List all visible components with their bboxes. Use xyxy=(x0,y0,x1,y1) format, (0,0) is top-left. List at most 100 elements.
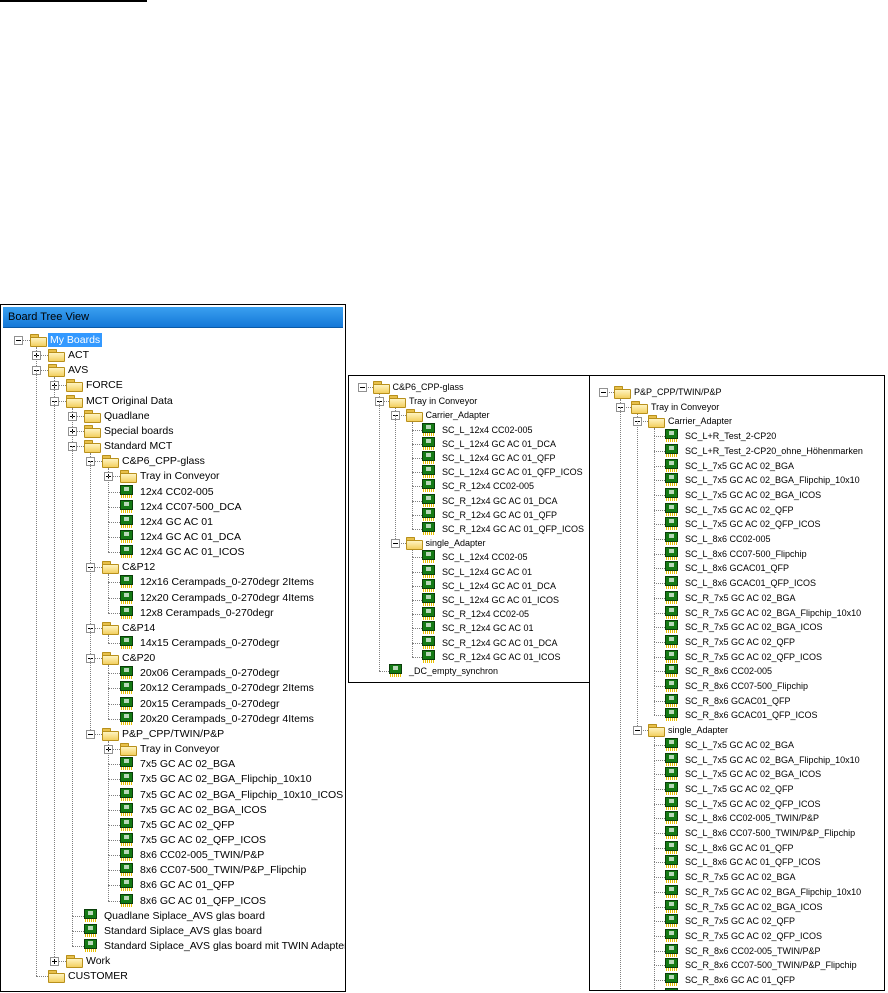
tree-node-12x4-cc07-500-dca[interactable]: 12x4 CC07-500_DCA xyxy=(1,499,345,514)
tree-node-sc-r-8x6-cc02-005[interactable]: SC_R_8x6 CC02-005 xyxy=(590,664,884,678)
tree-node-8x6-gc-ac-01-qfp-icos[interactable]: 8x6 GC AC 01_QFP_ICOS xyxy=(1,893,345,908)
collapse-icon[interactable] xyxy=(86,729,95,739)
tree-node-tray-in-conveyor[interactable]: Tray in Conveyor xyxy=(1,469,345,484)
tree-node-p-p-cpp-twin-p-p[interactable]: P&P_CPP/TWIN/P&P xyxy=(1,727,345,741)
tree-node-sc-r-7x5-gc-ac-02-qfp-icos[interactable]: SC_R_7x5 GC AC 02_QFP_ICOS xyxy=(590,928,884,943)
tree-node-carrier-adapter[interactable]: Carrier_Adapter xyxy=(349,408,590,423)
tree-node-20x15-cerampads-0-270degr[interactable]: 20x15 Cerampads_0-270degr xyxy=(1,696,345,711)
tree-node-sc-l-r-test-2-cp20[interactable]: SC_L+R_Test_2-CP20 xyxy=(590,429,884,443)
tree-node-sc-l-7x5-gc-ac-02-qfp[interactable]: SC_L_7x5 GC AC 02_QFP xyxy=(590,502,884,517)
tree-node-dc-empty-synchron[interactable]: _DC_empty_synchron xyxy=(349,664,590,678)
tree-node-sc-r-8x6-cc02-005-twin-p-p[interactable]: SC_R_8x6 CC02-005_TWIN/P&P xyxy=(590,943,884,958)
tree-node-sc-r-7x5-gc-ac-02-qfp[interactable]: SC_R_7x5 GC AC 02_QFP xyxy=(590,914,884,928)
tree-node-sc-l-8x6-gc-ac-01-qfp-icos[interactable]: SC_L_8x6 GC AC 01_QFP_ICOS xyxy=(590,855,884,869)
tree-node-sc-l-12x4-gc-ac-01-icos[interactable]: SC_L_12x4 GC AC 01_ICOS xyxy=(349,593,590,607)
tree-node-sc-l-8x6-cc02-005[interactable]: SC_L_8x6 CC02-005 xyxy=(590,532,884,546)
tree-node-sc-l-7x5-gc-ac-02-bga-icos[interactable]: SC_L_7x5 GC AC 02_BGA_ICOS xyxy=(590,767,884,781)
tree-node-sc-r-7x5-gc-ac-02-bga[interactable]: SC_R_7x5 GC AC 02_BGA xyxy=(590,590,884,605)
tree-node-sc-l-12x4-gc-ac-01-dca[interactable]: SC_L_12x4 GC AC 01_DCA xyxy=(349,436,590,451)
tree-node-sc-l-12x4-cc02-05[interactable]: SC_L_12x4 CC02-05 xyxy=(349,550,590,564)
tree-node-7x5-gc-ac-02-bga-icos[interactable]: 7x5 GC AC 02_BGA_ICOS xyxy=(1,802,345,817)
tree-node-sc-r-7x5-gc-ac-02-bga-icos[interactable]: SC_R_7x5 GC AC 02_BGA_ICOS xyxy=(590,899,884,914)
tree-node-tray-in-conveyor[interactable]: Tray in Conveyor xyxy=(1,742,345,757)
tree-node-12x4-gc-ac-01-icos[interactable]: 12x4 GC AC 01_ICOS xyxy=(1,545,345,559)
tree-node-sc-l-8x6-gcac01-qfp[interactable]: SC_L_8x6 GCAC01_QFP xyxy=(590,561,884,575)
tree-node-sc-l-8x6-gc-ac-01-qfp[interactable]: SC_L_8x6 GC AC 01_QFP xyxy=(590,840,884,855)
tree-node-14x15-cerampads-0-270degr[interactable]: 14x15 Cerampads_0-270degr xyxy=(1,636,345,650)
tree-node-8x6-gc-ac-01-qfp[interactable]: 8x6 GC AC 01_QFP xyxy=(1,878,345,892)
tree-node-c-p6-cpp-glass[interactable]: C&P6_CPP-glass xyxy=(349,380,590,394)
tree-node-sc-l-8x6-cc07-500-flipchip[interactable]: SC_L_8x6 CC07-500_Flipchip xyxy=(590,546,884,561)
tree-node-sc-r-7x5-gc-ac-02-bga-flipchip-10x10[interactable]: SC_R_7x5 GC AC 02_BGA_Flipchip_10x10 xyxy=(590,605,884,620)
tree-node-quadlane[interactable]: Quadlane xyxy=(1,409,345,423)
tree-node-sc-r-8x6-gcac01-qfp[interactable]: SC_R_8x6 GCAC01_QFP xyxy=(590,693,884,708)
tree-node-sc-l-8x6-cc07-500-twin-p-p-flipchip[interactable]: SC_L_8x6 CC07-500_TWIN/P&P_Flipchip xyxy=(590,826,884,840)
tree-node-sc-l-7x5-gc-ac-02-bga[interactable]: SC_L_7x5 GC AC 02_BGA xyxy=(590,737,884,752)
tree-node-sc-r-7x5-gc-ac-02-bga[interactable]: SC_R_7x5 GC AC 02_BGA xyxy=(590,870,884,884)
tree-node-12x4-gc-ac-01-dca[interactable]: 12x4 GC AC 01_DCA xyxy=(1,529,345,544)
tree-node-special-boards[interactable]: Special boards xyxy=(1,424,345,438)
collapse-icon[interactable] xyxy=(14,336,23,345)
tree-node-sc-r-8x6-gcac01-qfp-icos[interactable]: SC_R_8x6 GCAC01_QFP_ICOS xyxy=(590,708,884,722)
tree-node-sc-r-8x6-gc-ac-01-qfp-icos[interactable]: SC_R_8x6 GC AC 01_QFP_ICOS xyxy=(590,987,884,990)
tree-node-sc-l-7x5-gc-ac-02-qfp-icos[interactable]: SC_L_7x5 GC AC 02_QFP_ICOS xyxy=(590,796,884,811)
tree-node-sc-l-7x5-gc-ac-02-qfp-icos[interactable]: SC_L_7x5 GC AC 02_QFP_ICOS xyxy=(590,517,884,531)
tree-node-7x5-gc-ac-02-bga[interactable]: 7x5 GC AC 02_BGA xyxy=(1,757,345,771)
tree-node-12x4-gc-ac-01[interactable]: 12x4 GC AC 01 xyxy=(1,514,345,529)
tree-node-sc-l-12x4-cc02-005[interactable]: SC_L_12x4 CC02-005 xyxy=(349,422,590,437)
tree-node-20x06-cerampads-0-270degr[interactable]: 20x06 Cerampads_0-270degr xyxy=(1,666,345,680)
tree-node-sc-l-7x5-gc-ac-02-bga[interactable]: SC_L_7x5 GC AC 02_BGA xyxy=(590,458,884,473)
tree-node-single-adapter[interactable]: single_Adapter xyxy=(590,723,884,738)
tree-node-sc-r-7x5-gc-ac-02-bga-icos[interactable]: SC_R_7x5 GC AC 02_BGA_ICOS xyxy=(590,620,884,634)
tree-node-my-boards[interactable]: My Boards xyxy=(1,333,345,347)
tree-node-standard-siplace-avs-glas-board-mit-twin-adapter[interactable]: Standard Siplace_AVS glas board mit TWIN… xyxy=(1,939,345,953)
tree-node-sc-r-12x4-gc-ac-01-icos[interactable]: SC_R_12x4 GC AC 01_ICOS xyxy=(349,649,590,664)
tree-node-sc-r-7x5-gc-ac-02-qfp-icos[interactable]: SC_R_7x5 GC AC 02_QFP_ICOS xyxy=(590,649,884,664)
tree-node-12x20-cerampads-0-270degr-4items[interactable]: 12x20 Cerampads_0-270degr 4Items xyxy=(1,590,345,605)
tree-node-sc-l-7x5-gc-ac-02-qfp[interactable]: SC_L_7x5 GC AC 02_QFP xyxy=(590,781,884,796)
tree-node-c-p12[interactable]: C&P12 xyxy=(1,560,345,575)
collapse-icon[interactable] xyxy=(599,388,608,397)
tree-node-act[interactable]: ACT xyxy=(1,348,345,363)
tree-node-sc-l-12x4-gc-ac-01[interactable]: SC_L_12x4 GC AC 01 xyxy=(349,564,590,579)
tree-node-7x5-gc-ac-02-qfp-icos[interactable]: 7x5 GC AC 02_QFP_ICOS xyxy=(1,832,345,847)
tree-node-12x8-cerampads-0-270degr[interactable]: 12x8 Cerampads_0-270degr xyxy=(1,605,345,620)
tree-node-12x16-cerampads-0-270degr-2items[interactable]: 12x16 Cerampads_0-270degr 2Items xyxy=(1,575,345,589)
tree-node-7x5-gc-ac-02-bga-flipchip-10x10-icos[interactable]: 7x5 GC AC 02_BGA_Flipchip_10x10_ICOS xyxy=(1,787,345,802)
tree-node-c-p6-cpp-glass[interactable]: C&P6_CPP-glass xyxy=(1,454,345,469)
tree-node-sc-l-7x5-gc-ac-02-bga-icos[interactable]: SC_L_7x5 GC AC 02_BGA_ICOS xyxy=(590,487,884,502)
tree-node-sc-r-12x4-gc-ac-01-dca[interactable]: SC_R_12x4 GC AC 01_DCA xyxy=(349,635,590,650)
tree-node-work[interactable]: Work xyxy=(1,954,345,969)
tree-node-sc-r-8x6-gc-ac-01-qfp[interactable]: SC_R_8x6 GC AC 01_QFP xyxy=(590,973,884,987)
tree-node-sc-l-12x4-gc-ac-01-qfp[interactable]: SC_L_12x4 GC AC 01_QFP xyxy=(349,451,590,465)
tree-node-20x12-cerampads-0-270degr-2items[interactable]: 20x12 Cerampads_0-270degr 2Items xyxy=(1,681,345,695)
tree-node-20x20-cerampads-0-270degr-4items[interactable]: 20x20 Cerampads_0-270degr 4Items xyxy=(1,711,345,726)
tree-node-sc-r-12x4-gc-ac-01-dca[interactable]: SC_R_12x4 GC AC 01_DCA xyxy=(349,493,590,508)
tree-node-8x6-cc07-500-twin-p-p-flipchip[interactable]: 8x6 CC07-500_TWIN/P&P_Flipchip xyxy=(1,863,345,877)
tree-node-sc-r-12x4-cc02-005[interactable]: SC_R_12x4 CC02-005 xyxy=(349,479,590,493)
tree-node-sc-l-12x4-gc-ac-01-qfp-icos[interactable]: SC_L_12x4 GC AC 01_QFP_ICOS xyxy=(349,465,590,479)
tree-node-carrier-adapter[interactable]: Carrier_Adapter xyxy=(590,414,884,429)
tree-node-single-adapter[interactable]: single_Adapter xyxy=(349,536,590,551)
tree-node-avs[interactable]: AVS xyxy=(1,363,345,378)
tree-node-standard-mct[interactable]: Standard MCT xyxy=(1,439,345,454)
tree-node-force[interactable]: FORCE xyxy=(1,378,345,393)
collapse-icon[interactable] xyxy=(358,383,367,392)
collapse-icon[interactable] xyxy=(633,726,642,736)
tree-node-p-p-cpp-twin-p-p[interactable]: P&P_CPP/TWIN/P&P xyxy=(590,385,884,399)
tree-node-tray-in-conveyor[interactable]: Tray in Conveyor xyxy=(349,394,590,409)
tree-node-sc-l-12x4-gc-ac-01-dca[interactable]: SC_L_12x4 GC AC 01_DCA xyxy=(349,578,590,593)
tree-node-quadlane-siplace-avs-glas-board[interactable]: Quadlane Siplace_AVS glas board xyxy=(1,908,345,923)
tree-node-mct-original-data[interactable]: MCT Original Data xyxy=(1,394,345,408)
tree-node-sc-l-7x5-gc-ac-02-bga-flipchip-10x10[interactable]: SC_L_7x5 GC AC 02_BGA_Flipchip_10x10 xyxy=(590,473,884,487)
tree-node-customer[interactable]: CUSTOMER xyxy=(1,969,345,984)
tree-node-c-p20[interactable]: C&P20 xyxy=(1,651,345,666)
tree-node-sc-r-7x5-gc-ac-02-bga-flipchip-10x10[interactable]: SC_R_7x5 GC AC 02_BGA_Flipchip_10x10 xyxy=(590,884,884,899)
tree-node-standard-siplace-avs-glas-board[interactable]: Standard Siplace_AVS glas board xyxy=(1,923,345,938)
tree-node-sc-l-8x6-cc02-005-twin-p-p[interactable]: SC_L_8x6 CC02-005_TWIN/P&P xyxy=(590,811,884,825)
tree-node-sc-r-8x6-cc07-500-twin-p-p-flipchip[interactable]: SC_R_8x6 CC07-500_TWIN/P&P_Flipchip xyxy=(590,958,884,972)
tree-node-sc-l-8x6-gcac01-qfp-icos[interactable]: SC_L_8x6 GCAC01_QFP_ICOS xyxy=(590,576,884,590)
tree-node-c-p14[interactable]: C&P14 xyxy=(1,621,345,635)
tree-node-12x4-cc02-005[interactable]: 12x4 CC02-005 xyxy=(1,484,345,499)
expand-icon[interactable] xyxy=(50,957,59,967)
